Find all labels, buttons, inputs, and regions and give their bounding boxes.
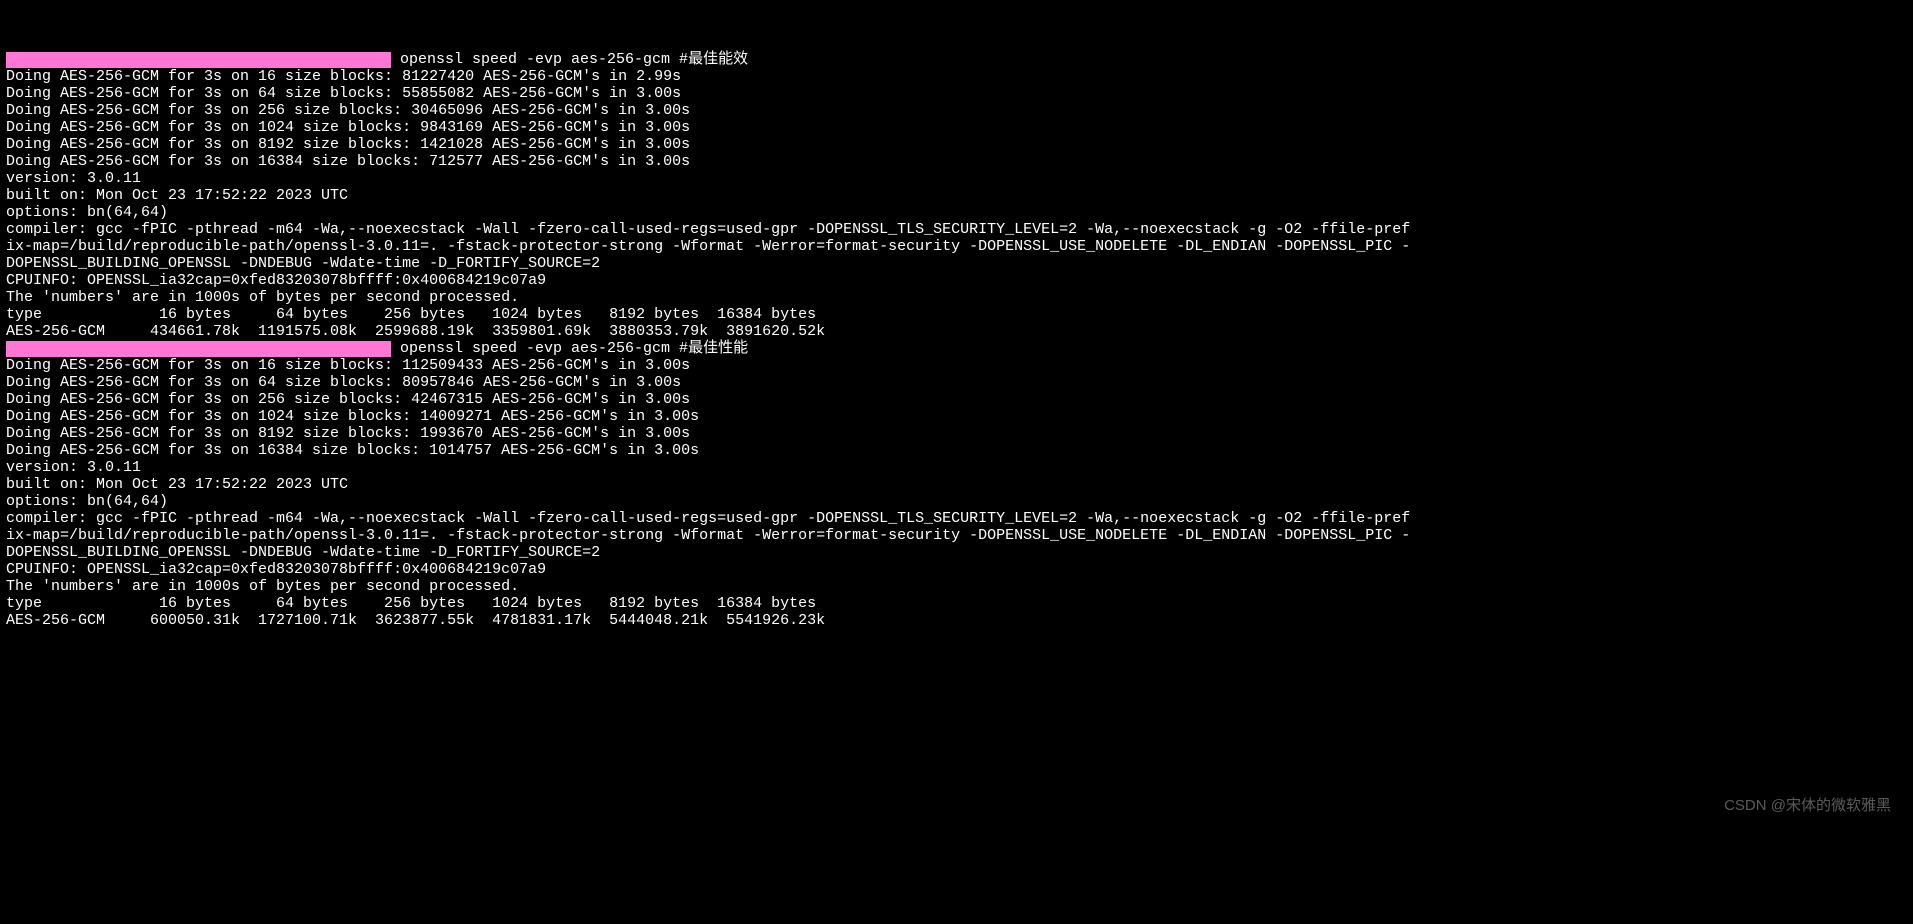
output-line: ix-map=/build/reproducible-path/openssl-… bbox=[6, 527, 1410, 544]
output-line: Doing AES-256-GCM for 3s on 1024 size bl… bbox=[6, 119, 690, 136]
output-line: Doing AES-256-GCM for 3s on 64 size bloc… bbox=[6, 374, 681, 391]
output-line: version: 3.0.11 bbox=[6, 459, 141, 476]
output-line: built on: Mon Oct 23 17:52:22 2023 UTC bbox=[6, 476, 348, 493]
output-line: The 'numbers' are in 1000s of bytes per … bbox=[6, 578, 519, 595]
table-row: AES-256-GCM 600050.31k 1727100.71k 36238… bbox=[6, 612, 825, 629]
output-line: compiler: gcc -fPIC -pthread -m64 -Wa,--… bbox=[6, 510, 1410, 527]
watermark: CSDN @宋体的微软雅黑 bbox=[1724, 797, 1891, 814]
output-line: ix-map=/build/reproducible-path/openssl-… bbox=[6, 238, 1410, 255]
terminal-window[interactable]: openssl speed -evp aes-256-gcm #最佳能效 Doi… bbox=[0, 34, 1913, 822]
table-header: type 16 bytes 64 bytes 256 bytes 1024 by… bbox=[6, 595, 816, 612]
output-line: Doing AES-256-GCM for 3s on 1024 size bl… bbox=[6, 408, 699, 425]
output-line: Doing AES-256-GCM for 3s on 16384 size b… bbox=[6, 442, 699, 459]
output-line: compiler: gcc -fPIC -pthread -m64 -Wa,--… bbox=[6, 221, 1410, 238]
output-line: Doing AES-256-GCM for 3s on 64 size bloc… bbox=[6, 85, 681, 102]
output-line: Doing AES-256-GCM for 3s on 256 size blo… bbox=[6, 391, 690, 408]
redacted-prompt bbox=[6, 341, 391, 357]
output-line: The 'numbers' are in 1000s of bytes per … bbox=[6, 289, 519, 306]
output-line: Doing AES-256-GCM for 3s on 16 size bloc… bbox=[6, 68, 681, 85]
output-line: options: bn(64,64) bbox=[6, 204, 168, 221]
command-line: openssl speed -evp aes-256-gcm #最佳性能 bbox=[400, 340, 748, 357]
output-line: version: 3.0.11 bbox=[6, 170, 141, 187]
table-row: AES-256-GCM 434661.78k 1191575.08k 25996… bbox=[6, 323, 825, 340]
output-line: Doing AES-256-GCM for 3s on 16384 size b… bbox=[6, 153, 690, 170]
output-line: CPUINFO: OPENSSL_ia32cap=0xfed83203078bf… bbox=[6, 561, 546, 578]
output-line: DOPENSSL_BUILDING_OPENSSL -DNDEBUG -Wdat… bbox=[6, 255, 600, 272]
table-header: type 16 bytes 64 bytes 256 bytes 1024 by… bbox=[6, 306, 816, 323]
output-line: Doing AES-256-GCM for 3s on 8192 size bl… bbox=[6, 425, 690, 442]
redacted-prompt bbox=[6, 52, 391, 68]
output-line: Doing AES-256-GCM for 3s on 8192 size bl… bbox=[6, 136, 690, 153]
output-line: DOPENSSL_BUILDING_OPENSSL -DNDEBUG -Wdat… bbox=[6, 544, 600, 561]
output-line: Doing AES-256-GCM for 3s on 256 size blo… bbox=[6, 102, 690, 119]
output-line: options: bn(64,64) bbox=[6, 493, 168, 510]
output-line: CPUINFO: OPENSSL_ia32cap=0xfed83203078bf… bbox=[6, 272, 546, 289]
output-line: Doing AES-256-GCM for 3s on 16 size bloc… bbox=[6, 357, 690, 374]
command-line: openssl speed -evp aes-256-gcm #最佳能效 bbox=[400, 51, 748, 68]
output-line: built on: Mon Oct 23 17:52:22 2023 UTC bbox=[6, 187, 348, 204]
